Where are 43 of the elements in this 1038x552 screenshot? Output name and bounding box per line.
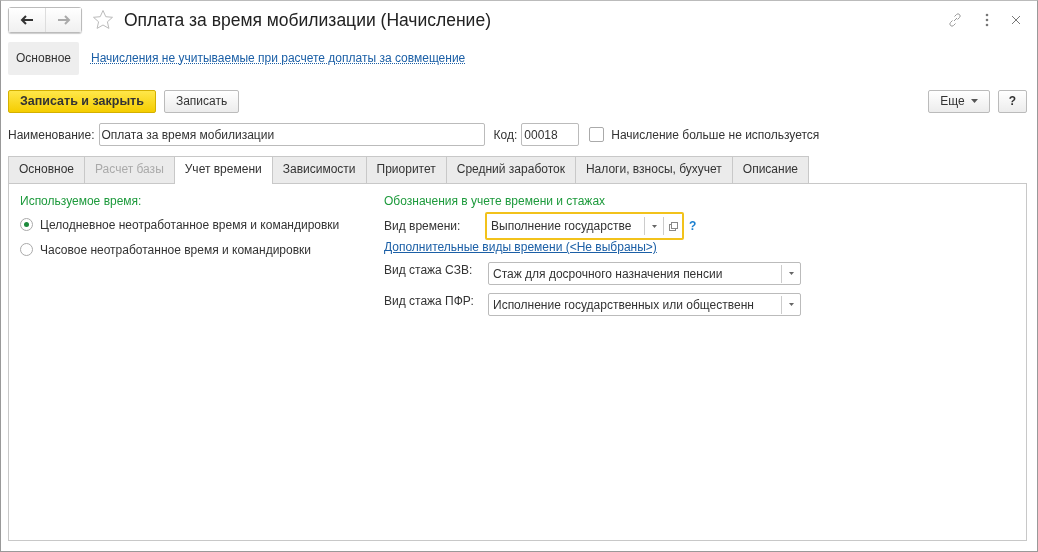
tab[interactable]: Описание <box>731 156 810 183</box>
window-title: Оплата за время мобилизации (Начисление) <box>124 9 491 31</box>
extra-time-kinds-link[interactable]: Дополнительные виды времени (<Не выбраны>) <box>384 240 657 254</box>
section-link[interactable]: Начисления не учитываемые при расчете доплаты за совмещение <box>83 42 474 75</box>
name-field[interactable]: Оплата за время мобилизации <box>98 123 485 146</box>
tab[interactable]: Средний заработок <box>445 156 576 183</box>
field-label: Вид стажа СЗВ: <box>384 262 474 277</box>
radio-label: Целодневное неотработанное время и командировки <box>40 217 340 232</box>
field-label: Вид времени: <box>384 219 462 233</box>
tab[interactable]: Основное <box>8 156 85 183</box>
dropdown-caret-icon[interactable] <box>651 224 657 228</box>
dropdown-caret-icon[interactable] <box>788 272 794 275</box>
tab[interactable]: Приоритет <box>365 156 447 183</box>
help-button[interactable]: ? <box>997 89 1027 113</box>
field-label: Код: <box>493 127 518 142</box>
dropdown-caret-icon[interactable] <box>788 303 794 306</box>
group-heading: Используемое время: <box>20 194 143 208</box>
back-arrow-icon[interactable] <box>20 15 34 25</box>
checkbox-label: Начисление больше не используется <box>611 127 820 142</box>
dropdown-field[interactable]: Стаж для досрочного назначения пенсии <box>488 262 801 285</box>
dropdown-field[interactable]: Исполнение государственных или общественн <box>488 293 801 316</box>
group-heading: Обозначения в учете времени и стажах <box>384 194 607 208</box>
tab[interactable]: Налоги, взносы, бухучет <box>574 156 733 183</box>
caret-icon[interactable] <box>970 99 978 103</box>
tab[interactable]: Учет времени <box>173 156 273 184</box>
back-button[interactable] <box>9 8 45 32</box>
open-window-icon[interactable] <box>668 221 678 231</box>
save-button[interactable]: Записать <box>163 89 240 113</box>
section-link[interactable]: Основное <box>8 42 79 75</box>
link-icon[interactable] <box>947 12 963 28</box>
time-kind-field[interactable]: Выполнение государстве <box>485 212 684 240</box>
more-button[interactable]: Еще <box>928 89 990 113</box>
checkbox[interactable] <box>589 127 605 142</box>
field-label: Наименование: <box>8 127 95 142</box>
tab[interactable]: Зависимости <box>271 156 367 183</box>
save-close-button[interactable]: Записать и закрыть <box>8 89 156 113</box>
help-link[interactable]: ? <box>689 219 697 233</box>
radio-label: Часовое неотработанное время и командировки <box>40 242 312 257</box>
close-icon[interactable] <box>1011 15 1021 25</box>
more-options-icon[interactable] <box>985 13 989 27</box>
field-label: Вид стажа ПФР: <box>384 293 475 308</box>
code-field[interactable]: 00018 <box>521 123 580 146</box>
star-icon[interactable] <box>92 9 114 31</box>
